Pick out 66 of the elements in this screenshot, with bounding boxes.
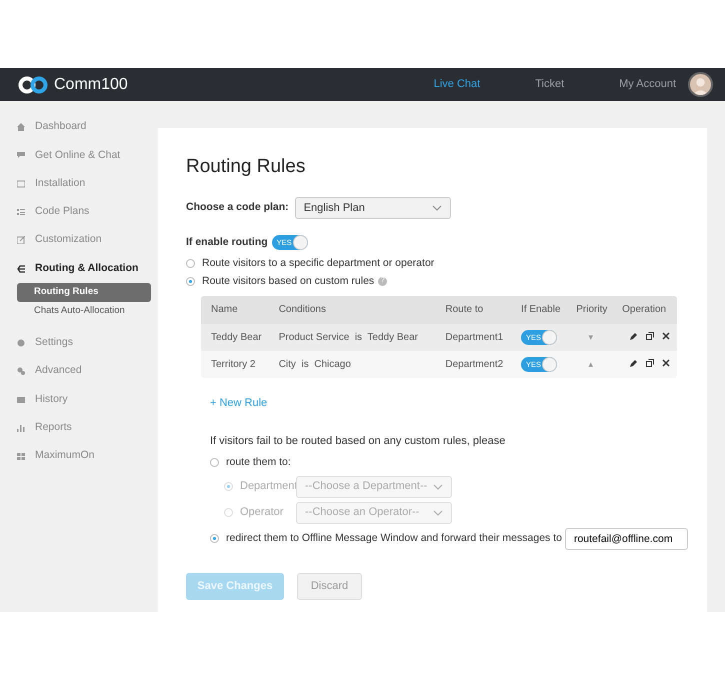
grid-icon [17,452,25,460]
sidebar-item[interactable]: MaximumOn [17,442,151,470]
caret-icon [432,204,442,211]
radio-button[interactable] [210,458,219,468]
sidebar-item[interactable]: Routing & Allocation [17,254,151,283]
column-header: Operation [612,296,677,324]
circles-icon [17,367,25,376]
sidebar-item[interactable]: Get Online & Chat [17,141,151,170]
sidebar-item[interactable]: Dashboard [17,113,151,142]
column-header: Conditions [268,296,436,324]
new-rule-link[interactable]: + New Rule [210,394,268,412]
home-icon [17,123,25,132]
caret-icon [433,510,443,516]
column-header: Name [201,296,269,324]
sidebar-item[interactable]: History [17,385,151,414]
field-label: Choose a code plan: [186,200,289,215]
table-cell: City is Chicago [268,351,436,378]
copy-icon[interactable] [646,358,654,367]
nav-tab[interactable]: Ticket [535,76,564,93]
edit-icon [17,236,25,244]
sidebar-item[interactable]: Installation [17,170,151,198]
logo-icon [18,76,48,94]
sidebar-item[interactable]: Advanced [17,357,151,386]
sidebar-item[interactable]: Customization [17,226,151,254]
brand-name: Comm100 [54,74,128,94]
table-cell: Department1 [435,324,512,352]
column-header: Priority [566,296,612,324]
sidebar-subitem[interactable]: Routing Rules [17,282,151,302]
field-label: If enable routing [186,234,268,250]
sidebar-item[interactable]: Reports [17,414,151,442]
list-icon [17,208,25,216]
bar-chart-icon [17,424,25,432]
nav-tab[interactable]: Live Chat [434,76,480,93]
discard-button[interactable]: Discard [297,572,362,600]
option-label: Operator [240,505,284,520]
option-label: Route visitors based on custom rules [202,274,374,289]
window-icon [17,180,25,188]
option-label: route them to: [226,454,291,470]
close-icon[interactable] [662,332,670,340]
chat-bubble-icon [17,151,25,160]
option-label: Route visitors to a specific department or operator [202,256,434,271]
table-cell: Department2 [435,351,512,378]
close-icon[interactable] [662,358,670,367]
page-title: Routing Rules [186,156,306,179]
sidebar-item[interactable]: Code Plans [17,198,151,226]
radio-button[interactable] [186,259,195,268]
radio-button[interactable] [210,534,219,544]
email-field[interactable]: routefail@offline.com [564,528,688,550]
sidebar-subitem[interactable]: Chats Auto-Allocation [17,302,151,321]
code-plan-select[interactable]: English Plan [294,196,451,219]
pencil-icon[interactable] [630,332,638,340]
nav-tab[interactable]: My Account [619,76,676,93]
radio-button[interactable] [186,277,195,286]
option-label: redirect them to Offline Message Window and forward their messages to [226,530,562,546]
table-cell: Product Service is Teddy Bear [268,324,436,352]
copy-icon[interactable] [646,332,654,340]
column-header: Route to [435,296,512,324]
column-header: If Enable [511,296,566,324]
sidebar-item[interactable]: Settings [17,328,151,358]
instruction-text: If visitors fail to be routed based on any custom rules, please [210,434,506,450]
avatar-icon[interactable] [688,72,713,97]
table-cell: Teddy Bear [201,324,269,352]
table-cell: Territory 2 [201,351,269,378]
option-label: Department [240,479,296,494]
pencil-icon[interactable] [630,358,638,367]
caret-icon [433,484,443,490]
